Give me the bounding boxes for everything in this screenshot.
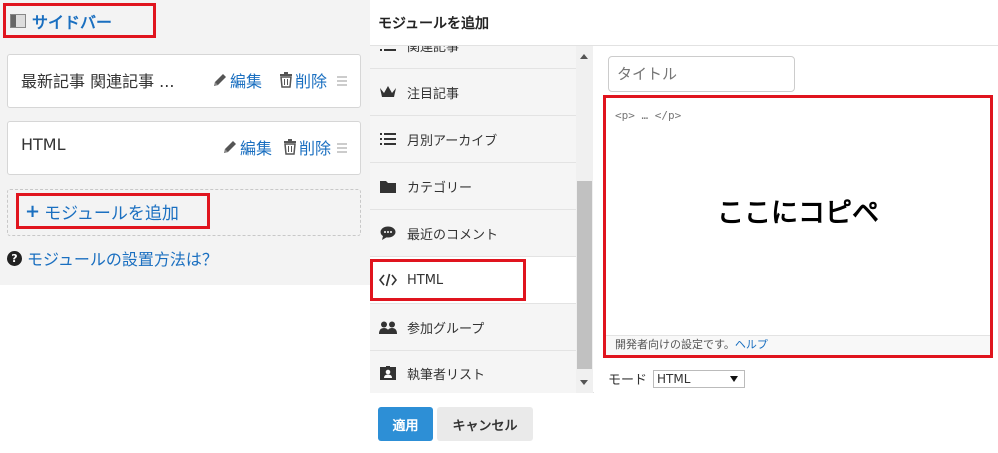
list-item[interactable]: カテゴリー	[370, 163, 576, 210]
sidebar-panel: サイドバー 最新記事 関連記事 ... 編集 削除 HTML 編集 削除 + モ…	[0, 0, 370, 285]
editor-footer-text: 開発者向けの設定です。	[615, 338, 735, 351]
trash-icon	[284, 139, 296, 155]
mode-value: HTML	[657, 371, 691, 386]
module-name: 最新記事 関連記事 ...	[21, 72, 175, 91]
list-item[interactable]: 最近のコメント	[370, 210, 576, 257]
list-item[interactable]: 月別アーカイブ	[370, 116, 576, 163]
dialog-title: モジュールを追加	[378, 16, 490, 32]
list-item-label: 月別アーカイブ	[407, 133, 498, 149]
list-item-label: HTML	[407, 272, 444, 288]
edit-link[interactable]: 編集	[222, 135, 272, 159]
sidebar-icon	[10, 13, 26, 28]
list-item-label: 参加グループ	[407, 321, 485, 337]
users-icon	[379, 319, 397, 335]
edit-link[interactable]: 編集	[212, 68, 262, 92]
list-item-label: 最近のコメント	[407, 227, 499, 243]
list-scrollbar[interactable]	[576, 46, 593, 393]
add-module-dialog: モジュールを追加 関連記事 注目記事 月別アーカイブ カテゴリー 最近のコメント	[370, 0, 998, 453]
mode-select[interactable]: HTML	[653, 369, 746, 388]
dialog-body: 関連記事 注目記事 月別アーカイブ カテゴリー 最近のコメント HTML 参加グ…	[370, 45, 998, 393]
list-item-label: 注目記事	[407, 86, 460, 102]
pencil-icon	[214, 74, 226, 86]
sidebar-header: サイドバー	[3, 3, 156, 38]
howto-link[interactable]: ? モジュールの設置方法は？	[7, 246, 218, 270]
question-icon: ?	[7, 250, 22, 266]
drag-handle-icon[interactable]	[337, 143, 347, 153]
delete-link[interactable]: 削除	[283, 135, 331, 159]
pencil-icon	[224, 141, 236, 153]
list-item[interactable]: 参加グループ	[370, 304, 576, 351]
list-item-label: 執筆者リスト	[407, 367, 486, 383]
sidebar-title: サイドバー	[32, 12, 113, 32]
module-settings: <p> … </p> ここにコピペ 開発者向けの設定です。ヘルプ モード HTM…	[594, 46, 998, 393]
delete-label: 削除	[295, 72, 328, 91]
title-input[interactable]	[608, 56, 795, 92]
help-link[interactable]: ヘルプ	[735, 338, 768, 351]
cancel-button[interactable]: キャンセル	[437, 407, 533, 441]
trash-icon	[280, 72, 292, 88]
editor-code: <p> … </p>	[615, 109, 682, 122]
list-item-label: カテゴリー	[407, 180, 473, 196]
edit-label: 編集	[240, 139, 273, 158]
list-icon	[379, 46, 397, 53]
module-type-list: 関連記事 注目記事 月別アーカイブ カテゴリー 最近のコメント HTML 参加グ…	[370, 46, 576, 393]
sidebar-module: 最新記事 関連記事 ... 編集 削除	[7, 54, 361, 108]
mode-row: モード HTML	[608, 369, 746, 388]
edit-label: 編集	[230, 72, 263, 91]
id-card-icon	[379, 365, 397, 381]
delete-link[interactable]: 削除	[279, 68, 327, 92]
crown-icon	[379, 84, 397, 100]
scroll-down-icon[interactable]	[580, 380, 588, 385]
list-item[interactable]: 関連記事	[370, 46, 576, 69]
add-module-area: + モジュールを追加	[7, 189, 361, 236]
editor-footer: 開発者向けの設定です。ヘルプ	[606, 335, 990, 355]
list-item-html[interactable]: HTML	[370, 257, 576, 304]
html-editor[interactable]: <p> … </p> ここにコピペ 開発者向けの設定です。ヘルプ	[603, 95, 993, 358]
add-module-label: モジュールを追加	[44, 203, 179, 224]
plus-icon: +	[25, 200, 41, 222]
add-module-button[interactable]: + モジュールを追加	[16, 193, 210, 229]
mode-label: モード	[608, 373, 648, 388]
scroll-thumb[interactable]	[577, 181, 592, 369]
list-item[interactable]: 注目記事	[370, 69, 576, 116]
list-item-label: 関連記事	[407, 46, 460, 55]
list-icon	[379, 131, 397, 147]
comment-icon	[379, 225, 397, 241]
drag-handle-icon[interactable]	[337, 76, 347, 86]
apply-button[interactable]: 適用	[378, 407, 433, 441]
editor-annotation: ここにコピペ	[717, 198, 879, 229]
folder-icon	[379, 178, 397, 194]
list-item[interactable]: 執筆者リスト	[370, 350, 576, 393]
sidebar-module: HTML 編集 削除	[7, 121, 361, 175]
howto-label: モジュールの設置方法は？	[27, 250, 218, 269]
module-name: HTML	[21, 135, 66, 154]
scroll-up-icon[interactable]	[580, 54, 588, 59]
delete-label: 削除	[299, 139, 332, 158]
caret-down-icon	[730, 375, 739, 382]
code-icon	[379, 272, 397, 288]
